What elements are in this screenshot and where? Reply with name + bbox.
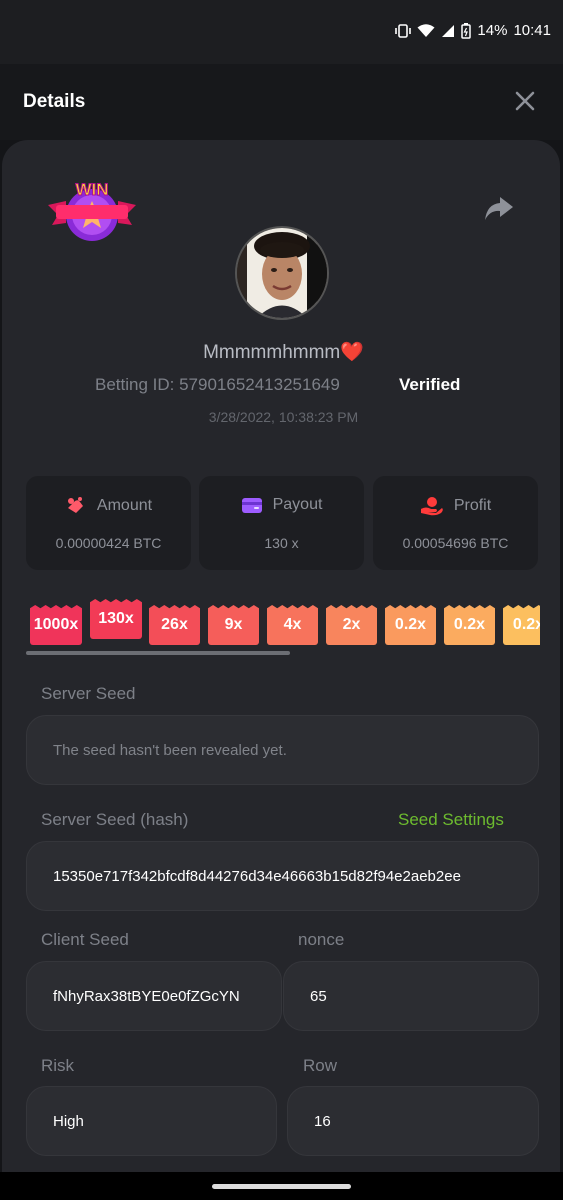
page-title: Details — [23, 91, 86, 112]
battery-icon — [461, 22, 472, 39]
betting-id: Betting ID: 57901652413251649 — [95, 375, 340, 394]
share-icon[interactable] — [484, 195, 514, 221]
multiplier-slot-active: 130x — [90, 599, 142, 639]
server-seed-hash-label: Server Seed (hash) — [41, 810, 189, 829]
win-badge-icon: WIN — [48, 180, 136, 241]
row-field[interactable]: 16 — [287, 1086, 539, 1156]
nonce-label: nonce — [298, 930, 345, 949]
navigation-bar — [0, 1172, 563, 1200]
wallet-icon — [241, 498, 262, 513]
details-card: WIN Mmmmmhmmm❤️ Betting ID: 579016524132… — [2, 140, 560, 1180]
client-seed-label: Client Seed — [41, 930, 129, 949]
multiplier-row[interactable]: 1000x 130x 26x 9x 4x 2x 0.2x 0.2x 0.2x — [26, 599, 540, 647]
multiplier-slot: 1000x — [30, 605, 82, 645]
header: Details — [0, 64, 563, 140]
coins-icon — [67, 497, 83, 513]
stat-profit: Profit 0.00054696 BTC — [373, 476, 538, 570]
multiplier-slot: 0.2x — [503, 605, 540, 645]
multiplier-slot: 26x — [149, 605, 200, 645]
stat-amount-value: 0.00000424 BTC — [55, 535, 162, 551]
close-icon[interactable] — [515, 91, 535, 111]
risk-label: Risk — [41, 1056, 75, 1075]
bet-date: 3/28/2022, 10:38:23 PM — [208, 409, 359, 425]
verified-label: Verified — [399, 375, 461, 394]
server-seed-hash-field[interactable]: 15350e717f342bfcdf8d44276d34e46663b15d82… — [26, 841, 539, 911]
multiplier-slot: 0.2x — [444, 605, 495, 645]
client-seed-field[interactable]: fNhyRax38tBYE0e0fZGcYN — [26, 961, 282, 1031]
vibrate-icon — [395, 23, 412, 38]
clock: 10:41 — [513, 22, 551, 39]
risk-field[interactable]: High — [26, 1086, 277, 1156]
stat-profit-value: 0.00054696 BTC — [402, 535, 509, 551]
seed-settings-link[interactable]: Seed Settings — [398, 810, 504, 830]
home-gesture-handle[interactable] — [212, 1184, 351, 1189]
multiplier-scrollbar[interactable] — [26, 651, 290, 655]
multiplier-slot: 9x — [208, 605, 259, 645]
stat-profit-label: Profit — [453, 497, 492, 514]
status-bar: 14% 10:41 — [0, 0, 563, 64]
username: Mmmmmhmmm❤️ — [203, 342, 364, 363]
svg-text:WIN: WIN — [75, 180, 108, 199]
server-seed-label: Server Seed — [41, 684, 136, 703]
status-icons: 14% 10:41 — [395, 22, 551, 39]
wifi-icon — [417, 23, 435, 37]
multiplier-slot: 4x — [267, 605, 318, 645]
stat-payout: Payout 130 x — [199, 476, 364, 570]
stat-amount-label: Amount — [96, 497, 153, 514]
signal-icon — [442, 24, 455, 37]
stat-payout-value: 130 x — [264, 535, 299, 551]
hand-money-icon — [420, 497, 443, 516]
nonce-field[interactable]: 65 — [283, 961, 539, 1031]
multiplier-slot: 0.2x — [385, 605, 436, 645]
multiplier-slot: 2x — [326, 605, 377, 645]
server-seed-field: The seed hasn't been revealed yet. — [26, 715, 539, 785]
row-label: Row — [303, 1056, 338, 1075]
avatar — [235, 226, 329, 320]
battery-percent: 14% — [477, 22, 508, 39]
stat-amount: Amount 0.00000424 BTC — [26, 476, 191, 570]
stat-payout-label: Payout — [272, 496, 323, 513]
